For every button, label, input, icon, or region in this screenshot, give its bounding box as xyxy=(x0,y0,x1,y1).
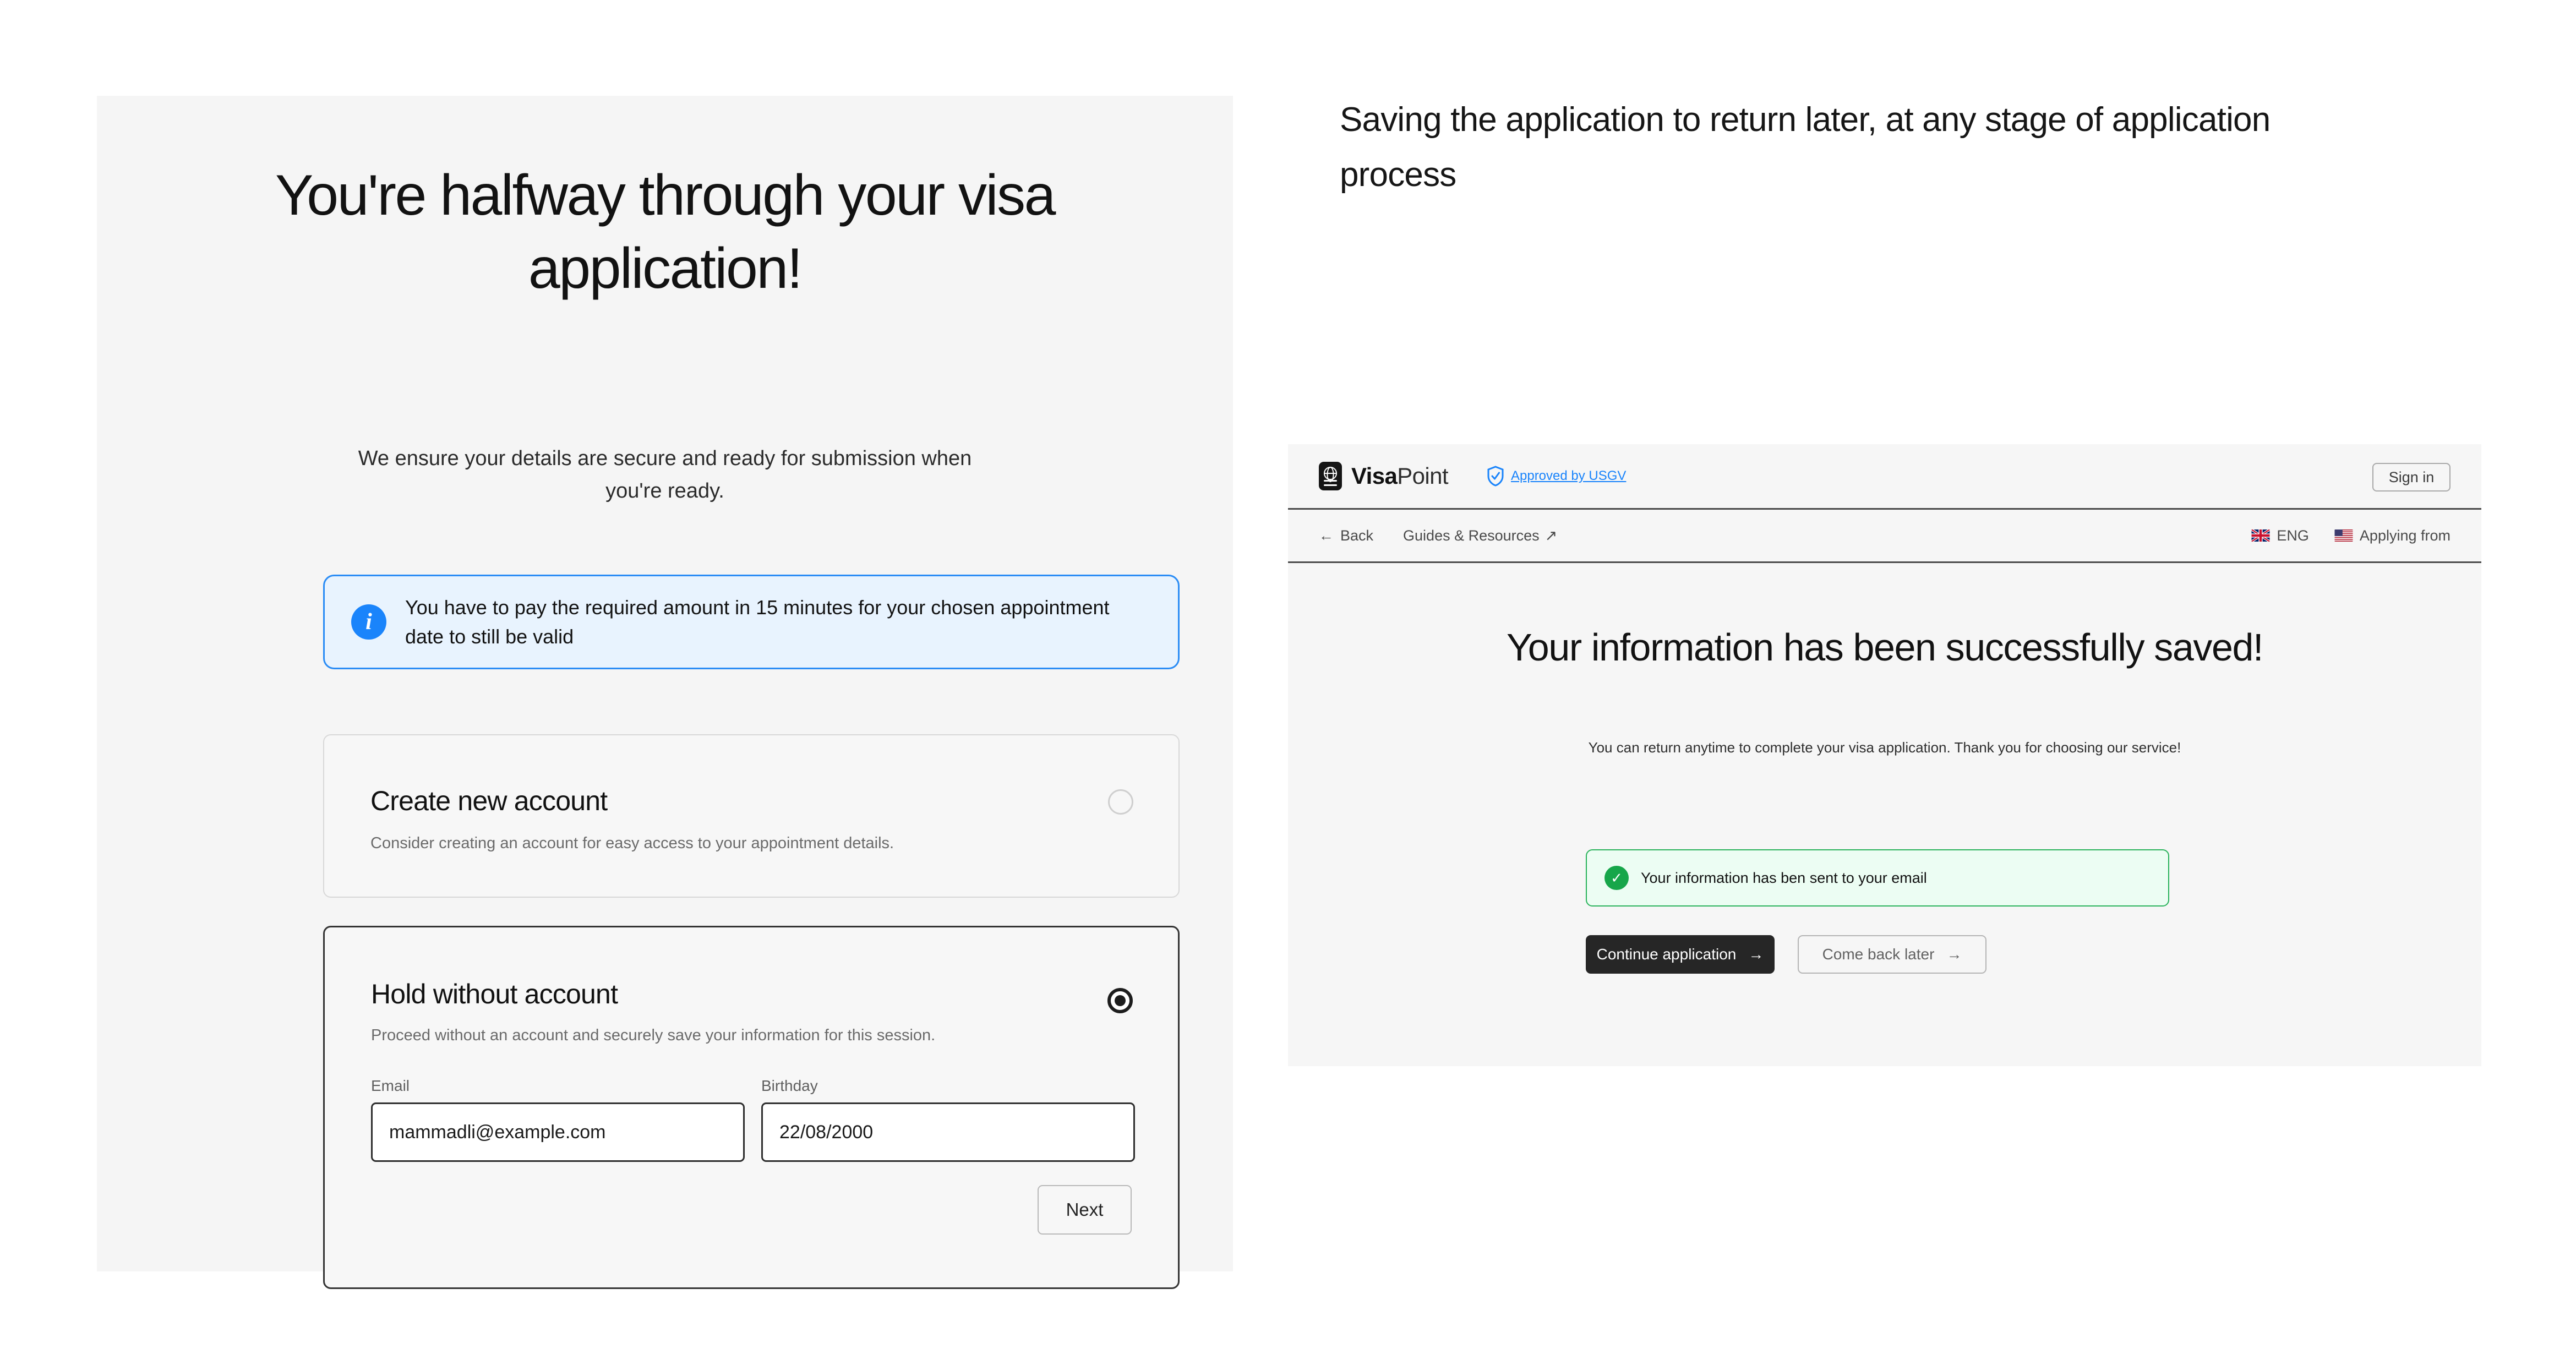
browser-mockup: VisaPoint Approved by USGV Sign in ← Bac… xyxy=(1288,444,2481,1066)
applying-from-selector[interactable]: Applying from xyxy=(2334,527,2451,544)
radio-hold-without-account[interactable] xyxy=(1107,988,1133,1013)
guides-resources-link[interactable]: Guides & Resources ↗ xyxy=(1403,527,1557,544)
browser-page-body: Your information has been successfully s… xyxy=(1288,563,2481,1064)
sign-in-button[interactable]: Sign in xyxy=(2372,463,2451,492)
continue-application-label: Continue application xyxy=(1596,946,1737,963)
success-alert: ✓ Your information has ben sent to your … xyxy=(1586,849,2169,907)
success-page-title: Your information has been successfully s… xyxy=(1506,626,2264,669)
approved-label[interactable]: Approved by USGV xyxy=(1511,468,1626,484)
birthday-input[interactable] xyxy=(761,1102,1135,1162)
arrow-up-right-icon: ↗ xyxy=(1544,527,1558,544)
browser-action-buttons: Continue application → Come back later → xyxy=(1586,935,1986,974)
option-description: Consider creating an account for easy ac… xyxy=(370,834,894,852)
option-title: Create new account xyxy=(370,785,608,816)
brand-logo[interactable]: VisaPoint xyxy=(1319,462,1449,490)
continue-application-button[interactable]: Continue application → xyxy=(1586,935,1775,974)
arrow-right-icon: → xyxy=(1748,946,1764,963)
left-panel: You're halfway through your visa applica… xyxy=(97,96,1233,1289)
come-back-later-label: Come back later xyxy=(1822,946,1935,963)
uk-flag-icon xyxy=(2251,529,2271,542)
shield-check-icon xyxy=(1487,466,1504,487)
birthday-field-group: Birthday xyxy=(761,1077,1135,1162)
come-back-later-button[interactable]: Come back later → xyxy=(1798,935,1986,974)
option-description: Proceed without an account and securely … xyxy=(371,1027,936,1044)
brand-name-light: Point xyxy=(1397,463,1448,489)
us-flag-icon xyxy=(2334,529,2353,542)
option-card-hold-without-account[interactable]: Hold without account Proceed without an … xyxy=(323,926,1180,1289)
browser-navbar: ← Back Guides & Resources ↗ ENG Applying… xyxy=(1288,510,2481,563)
back-button[interactable]: ← Back xyxy=(1319,527,1373,544)
option-card-create-account[interactable]: Create new account Consider creating an … xyxy=(323,734,1180,898)
form-fields: Email Birthday xyxy=(371,1077,1135,1162)
passport-icon xyxy=(1319,462,1342,490)
next-button[interactable]: Next xyxy=(1038,1185,1132,1235)
birthday-label: Birthday xyxy=(761,1077,818,1094)
navbar-left-group: ← Back Guides & Resources ↗ xyxy=(1319,527,1557,544)
guides-label: Guides & Resources xyxy=(1403,527,1540,544)
browser-topbar: VisaPoint Approved by USGV Sign in xyxy=(1288,444,2481,510)
navbar-right-group: ENG Applying from xyxy=(2251,527,2451,544)
info-banner-text: You have to pay the required amount in 1… xyxy=(405,596,1110,648)
approved-badge[interactable]: Approved by USGV xyxy=(1487,466,1626,487)
info-banner: i You have to pay the required amount in… xyxy=(323,575,1180,669)
success-page-subtitle: You can return anytime to complete your … xyxy=(1588,739,2181,756)
email-label: Email xyxy=(371,1077,410,1094)
language-selector[interactable]: ENG xyxy=(2251,527,2309,544)
email-field-group: Email xyxy=(371,1077,745,1162)
brand-name: VisaPoint xyxy=(1351,463,1449,489)
applying-from-label: Applying from xyxy=(2359,527,2451,544)
success-alert-text: Your information has ben sent to your em… xyxy=(1641,869,1927,886)
option-title: Hold without account xyxy=(371,979,618,1009)
language-label: ENG xyxy=(2277,527,2309,544)
arrow-right-icon: → xyxy=(1946,946,1962,963)
back-label: Back xyxy=(1340,527,1374,544)
email-input[interactable] xyxy=(371,1102,745,1162)
page-subtitle: We ensure your details are secure and re… xyxy=(358,447,972,503)
check-circle-icon: ✓ xyxy=(1604,866,1629,890)
brand-name-bold: Visa xyxy=(1351,463,1398,489)
right-panel-caption: Saving the application to return later, … xyxy=(1340,101,2271,194)
arrow-left-icon: ← xyxy=(1319,527,1334,544)
info-icon: i xyxy=(351,604,386,640)
radio-create-account[interactable] xyxy=(1108,789,1133,815)
passport-lines xyxy=(1324,477,1337,486)
page-title: You're halfway through your visa applica… xyxy=(275,163,1056,301)
